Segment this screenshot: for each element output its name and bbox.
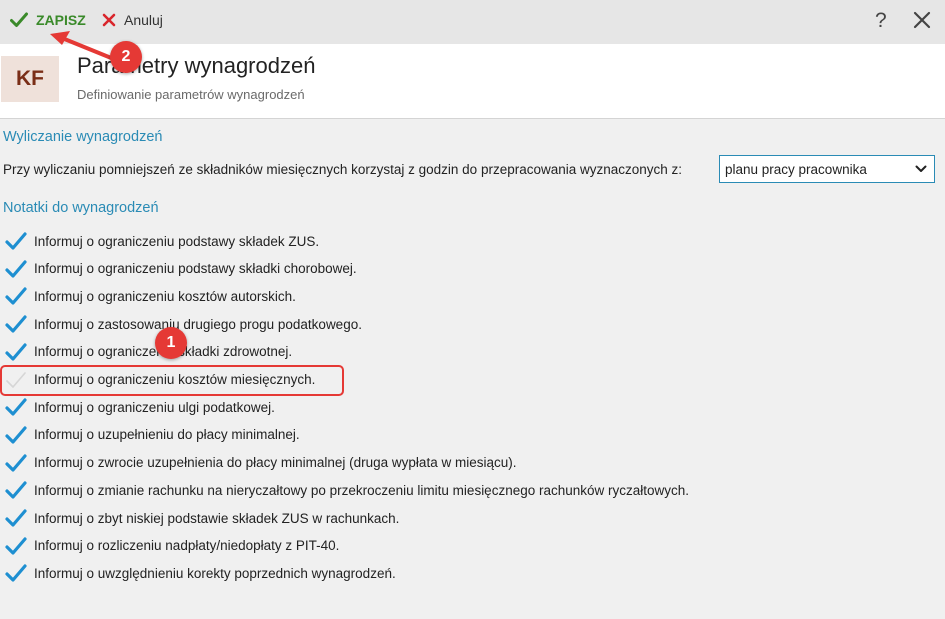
note-checkbox-row[interactable]: Informuj o zastosowaniu drugiego progu p…	[5, 313, 362, 335]
cancel-label: Anuluj	[124, 12, 163, 28]
note-label: Informuj o zmianie rachunku na nieryczał…	[34, 482, 690, 498]
note-label: Informuj o uzupełnieniu do płacy minimal…	[34, 427, 300, 443]
note-label: Informuj o ograniczeniu kosztów miesięcz…	[34, 372, 316, 387]
x-icon	[102, 13, 116, 27]
hours-source-value: planu pracy pracownika	[725, 161, 867, 177]
annotation-badge-1: 1	[155, 327, 187, 359]
check-icon	[10, 12, 28, 27]
checkmark-icon[interactable]	[5, 396, 27, 418]
note-checkbox-row[interactable]: Informuj o uwzględnieniu korekty poprzed…	[5, 562, 396, 584]
section-title-notes: Notatki do wynagrodzeń	[3, 200, 159, 216]
checkmark-unchecked-icon[interactable]	[5, 369, 27, 391]
note-checkbox-row[interactable]: Informuj o zbyt niskiej podstawie składe…	[5, 507, 399, 529]
note-checkbox-row[interactable]: Informuj o uzupełnieniu do płacy minimal…	[5, 424, 300, 446]
note-checkbox-row[interactable]: Informuj o ograniczeniu podstawy składki…	[5, 258, 357, 280]
save-button[interactable]: ZAPISZ	[10, 12, 86, 28]
checkmark-icon[interactable]	[5, 258, 27, 280]
note-label: Informuj o ograniczeniu kosztów autorski…	[34, 288, 296, 304]
annotation-badge-2: 2	[110, 41, 142, 73]
checkmark-icon[interactable]	[5, 285, 27, 307]
hours-source-label: Przy wyliczaniu pomniejszeń ze składnikó…	[3, 162, 683, 177]
close-icon	[913, 11, 931, 29]
note-label: Informuj o ograniczeniu ulgi podatkowej.	[34, 399, 275, 415]
note-checkbox-row[interactable]: Informuj o ograniczeniu podstawy składek…	[5, 230, 319, 252]
hours-source-select[interactable]: planu pracy pracownika	[719, 155, 935, 183]
cancel-button[interactable]: Anuluj	[102, 12, 163, 28]
note-label: Informuj o zbyt niskiej podstawie składe…	[34, 510, 400, 526]
note-label: Informuj o zwrocie uzupełnienia do płacy…	[34, 455, 517, 471]
page-subtitle: Definiowanie parametrów wynagrodzeń	[77, 87, 305, 102]
note-checkbox-row[interactable]: Informuj o ograniczeniu ulgi podatkowej.	[5, 396, 275, 418]
note-label: Informuj o uwzględnieniu korekty poprzed…	[34, 565, 396, 581]
toolbar: ZAPISZ Anuluj ?	[0, 0, 945, 44]
help-button[interactable]: ?	[875, 9, 887, 33]
note-checkbox-row[interactable]: Informuj o ograniczeniu kosztów autorski…	[5, 285, 296, 307]
checkmark-icon[interactable]	[5, 341, 27, 363]
note-checkbox-row[interactable]: Informuj o ograniczeniu kosztów miesięcz…	[5, 369, 315, 391]
note-checkbox-row[interactable]: Informuj o ograniczeniu składki zdrowotn…	[5, 341, 292, 363]
note-checkbox-row[interactable]: Informuj o rozliczeniu nadpłaty/niedopła…	[5, 535, 339, 557]
note-label: Informuj o ograniczeniu podstawy składek…	[34, 233, 320, 249]
note-label: Informuj o rozliczeniu nadpłaty/niedopła…	[34, 538, 340, 554]
section-title-calculation: Wyliczanie wynagrodzeń	[3, 129, 163, 145]
note-checkbox-row[interactable]: Informuj o zmianie rachunku na nieryczał…	[5, 479, 689, 501]
close-button[interactable]	[913, 11, 931, 34]
chevron-down-icon	[915, 165, 927, 172]
checkmark-icon[interactable]	[5, 230, 27, 252]
checkmark-icon[interactable]	[5, 424, 27, 446]
checkmark-icon[interactable]	[5, 479, 27, 501]
checkmark-icon[interactable]	[5, 313, 27, 335]
note-checkbox-row[interactable]: Informuj o zwrocie uzupełnienia do płacy…	[5, 452, 516, 474]
note-label: Informuj o zastosowaniu drugiego progu p…	[34, 316, 362, 332]
avatar: KF	[1, 56, 59, 102]
checkmark-icon[interactable]	[5, 562, 27, 584]
checkmark-icon[interactable]	[5, 452, 27, 474]
checkmark-icon[interactable]	[5, 507, 27, 529]
note-label: Informuj o ograniczeniu podstawy składki…	[34, 261, 357, 277]
checkmark-icon[interactable]	[5, 535, 27, 557]
save-label: ZAPISZ	[36, 12, 86, 28]
